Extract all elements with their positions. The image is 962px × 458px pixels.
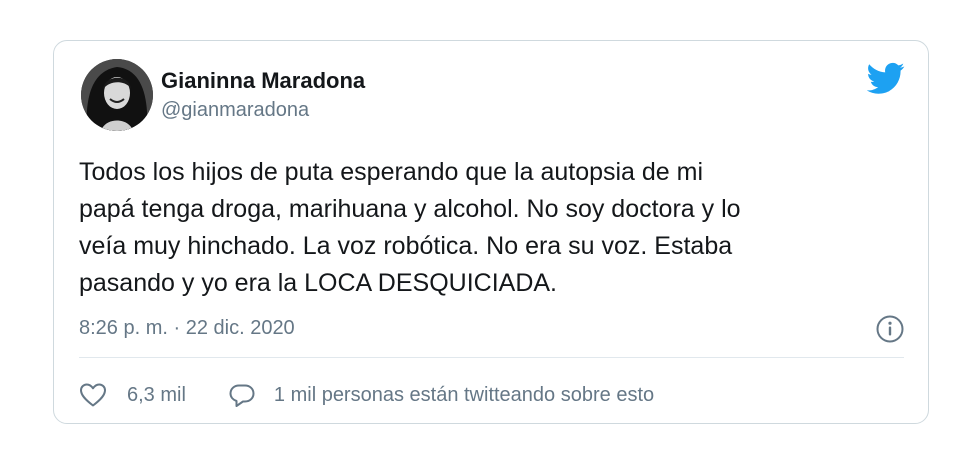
twitter-bird-icon[interactable] — [866, 62, 905, 96]
avatar-photo — [81, 59, 153, 131]
divider — [79, 357, 904, 358]
avatar[interactable] — [81, 59, 153, 131]
tweet-text: Todos los hijos de puta esperando que la… — [79, 158, 741, 297]
tweet-card[interactable]: Gianinna Maradona @gianmaradona Todos lo… — [53, 40, 929, 424]
speech-bubble-icon — [229, 384, 255, 407]
like-count: 6,3 mil — [127, 383, 186, 406]
like-button[interactable]: 6,3 mil — [79, 382, 228, 408]
author-name[interactable]: Gianinna Maradona — [161, 68, 365, 94]
reply-button[interactable]: 1 mil personas están twitteando sobre es… — [228, 382, 654, 408]
info-icon[interactable] — [875, 314, 905, 344]
heart-icon — [80, 383, 106, 407]
conversation-label: 1 mil personas están twitteando sobre es… — [273, 383, 655, 406]
tweet-timestamp[interactable]: 8:26 p. m. · 22 dic. 2020 — [79, 316, 295, 340]
tweet-actions: 6,3 mil 1 mil personas están twitteando … — [79, 380, 654, 410]
author-handle[interactable]: @gianmaradona — [161, 98, 309, 122]
